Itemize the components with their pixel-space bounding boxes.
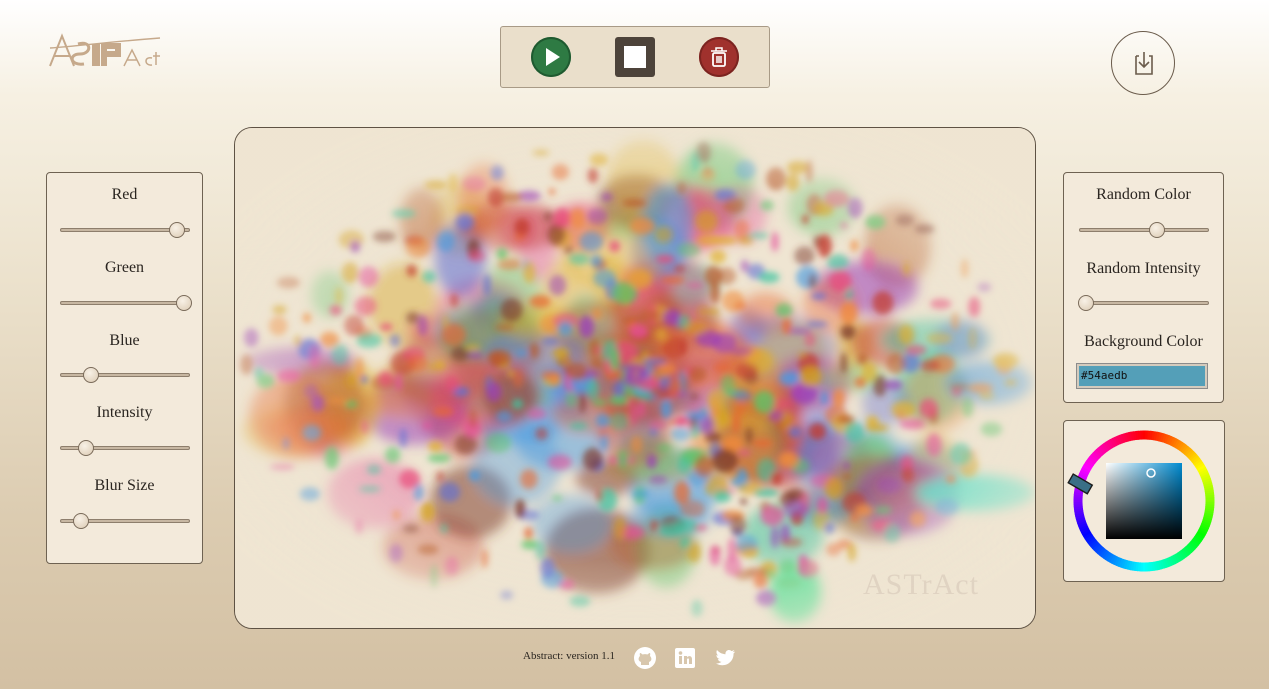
green-label: Green	[104, 259, 145, 276]
github-icon[interactable]	[633, 646, 657, 670]
red-slider[interactable]	[60, 220, 190, 240]
stop-icon[interactable]	[615, 37, 655, 77]
canvas-watermark: ASTrAct	[863, 568, 979, 601]
download-icon	[1135, 52, 1153, 75]
random-controls-panel: Random Color Random Intensity Background…	[1063, 172, 1224, 403]
play-icon[interactable]	[531, 37, 571, 77]
value-overlay	[1106, 463, 1182, 539]
color-picker-panel	[1063, 420, 1225, 582]
color-controls-panel: Red Green Blue Intensity Blur Size	[46, 172, 203, 564]
color-wheel[interactable]	[1064, 421, 1224, 581]
slider-thumb[interactable]	[83, 367, 100, 383]
intensity-label: Intensity	[96, 404, 153, 421]
toolbar	[500, 26, 770, 88]
slider-thumb[interactable]	[78, 440, 94, 456]
slider-thumb[interactable]	[169, 222, 185, 238]
blur-size-label: Blur Size	[94, 477, 155, 494]
linkedin-icon[interactable]	[673, 646, 697, 670]
random-intensity-label: Random Intensity	[1086, 260, 1201, 277]
slider-thumb[interactable]	[1149, 222, 1165, 238]
blur-size-slider[interactable]	[60, 511, 190, 531]
background-color-label: Background Color	[1084, 333, 1203, 350]
random-color-label: Random Color	[1096, 186, 1191, 203]
drawing-canvas[interactable]: ASTrAct	[234, 127, 1036, 629]
slider-thumb[interactable]	[72, 513, 89, 529]
blue-slider[interactable]	[60, 365, 190, 385]
background-color-input[interactable]: #54aedb	[1076, 363, 1208, 389]
trash-glyph	[711, 47, 727, 67]
green-slider[interactable]	[60, 293, 192, 313]
download-button[interactable]	[1111, 31, 1175, 95]
intensity-slider[interactable]	[60, 438, 190, 458]
slider-thumb[interactable]	[175, 295, 192, 311]
trash-icon[interactable]	[699, 37, 739, 77]
app-logo	[48, 28, 164, 72]
slider-thumb[interactable]	[1077, 295, 1094, 311]
twitter-icon[interactable]	[713, 646, 737, 670]
abstract-artwork	[235, 128, 1035, 628]
blue-label: Blue	[109, 332, 140, 349]
red-label: Red	[111, 186, 138, 203]
version-text: Abstract: version 1.1	[523, 650, 615, 662]
logo-mark	[49, 33, 161, 67]
random-intensity-slider[interactable]	[1077, 293, 1209, 313]
random-color-slider[interactable]	[1079, 220, 1209, 240]
